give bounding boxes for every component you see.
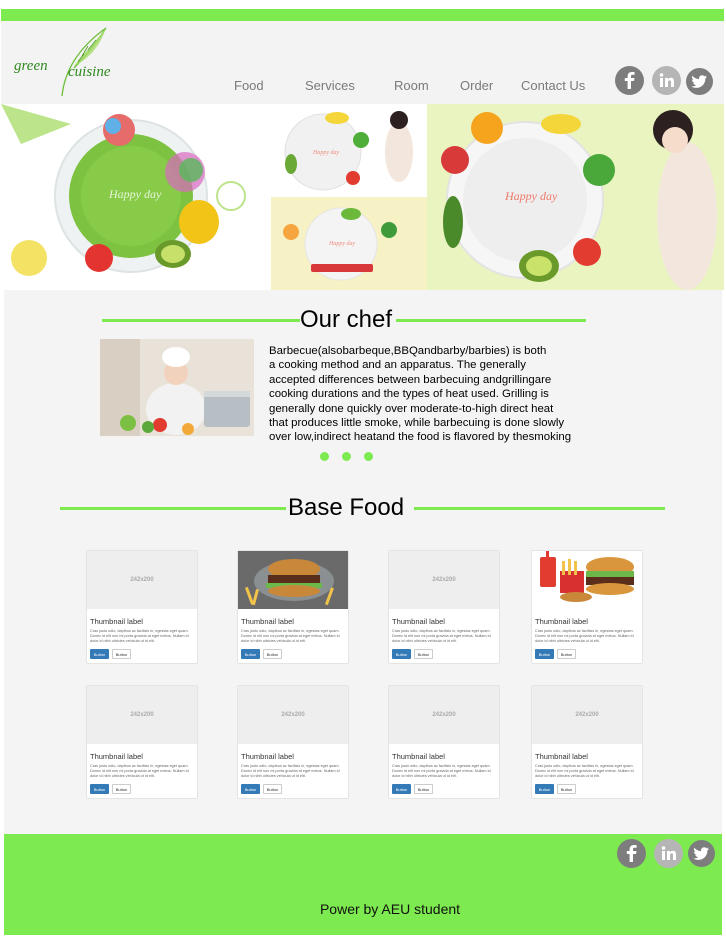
- thumbnail-description: Cras justo odio, dapibus ac facilisis in…: [241, 764, 340, 778]
- chef-text-line: a cooking method and an apparatus. The g…: [269, 359, 526, 372]
- default-button[interactable]: Button: [112, 784, 131, 794]
- primary-button[interactable]: Button: [535, 784, 554, 794]
- chef-section-title: Our chef: [300, 306, 393, 333]
- thumbnail-placeholder: 242x200: [87, 551, 197, 609]
- banner-text-2: Happy day: [312, 150, 339, 156]
- thumbnail-description: Cras justo odio, dapibus ac facilisis in…: [535, 764, 634, 778]
- thumbnail-placeholder: 242x200: [238, 686, 348, 744]
- chef-text-line: Barbecue(alsobarbeque,BBQandbarby/barbie…: [269, 345, 547, 357]
- food-card-2: Thumbnail label Cras justo odio, dapibus…: [237, 550, 349, 664]
- chef-description: Barbecue(alsobarbeque,BBQandbarby/barbie…: [269, 344, 599, 445]
- default-button[interactable]: Button: [112, 649, 131, 659]
- footer: [4, 834, 722, 935]
- hero-banner: Happy day Happy day Happy day Happy day: [1, 104, 724, 290]
- thumbnail-placeholder: 242x200: [87, 686, 197, 744]
- food-card-7: 242x200 Thumbnail label Cras justo odio,…: [388, 685, 500, 799]
- default-button[interactable]: Button: [414, 784, 433, 794]
- banner-image: Happy day Happy day Happy day Happy day: [1, 104, 724, 290]
- food-card-5: 242x200 Thumbnail label Cras justo odio,…: [86, 685, 198, 799]
- facebook-icon[interactable]: [615, 66, 644, 95]
- nav-services[interactable]: Services: [305, 78, 355, 93]
- primary-button[interactable]: Button: [535, 649, 554, 659]
- thumbnail-description: Cras justo odio, dapibus ac facilisis in…: [90, 629, 189, 643]
- base-food-section-title: Base Food: [288, 494, 405, 521]
- chef-text-line: cooking durations and the types of heat …: [269, 388, 549, 401]
- thumbnail-label: Thumbnail label: [90, 752, 143, 761]
- thumbnail-placeholder: 242x200: [532, 686, 642, 744]
- thumbnail-placeholder: 242x200: [389, 551, 499, 609]
- food-card-3: 242x200 Thumbnail label Cras justo odio,…: [388, 550, 500, 664]
- carousel-dot-1[interactable]: [320, 452, 329, 461]
- chef-text-line: over low,indirect heatand the food is fl…: [269, 431, 572, 444]
- primary-button[interactable]: Button: [241, 649, 260, 659]
- default-button[interactable]: Button: [263, 784, 282, 794]
- carousel-dot-2[interactable]: [342, 452, 351, 461]
- thumbnail-label: Thumbnail label: [535, 752, 588, 761]
- nav-food[interactable]: Food: [234, 78, 264, 93]
- thumbnail-description: Cras justo odio, dapibus ac facilisis in…: [392, 764, 491, 778]
- banner-text-4: Happy day: [504, 189, 558, 203]
- nav-contact-us[interactable]: Contact Us: [521, 78, 585, 93]
- base-food-title-line-right: [414, 507, 665, 510]
- default-button[interactable]: Button: [557, 649, 576, 659]
- chef-text-line: that produces little smoke, while barbec…: [269, 417, 565, 430]
- footer-twitter-icon[interactable]: [688, 840, 715, 867]
- nav-room[interactable]: Room: [394, 78, 429, 93]
- food-card-1: 242x200 Thumbnail label Cras justo odio,…: [86, 550, 198, 664]
- primary-button[interactable]: Button: [90, 784, 109, 794]
- linkedin-icon[interactable]: [652, 66, 681, 95]
- chef-title-line-left: [102, 319, 300, 322]
- food-card-8: 242x200 Thumbnail label Cras justo odio,…: [531, 685, 643, 799]
- nav-order[interactable]: Order: [460, 78, 493, 93]
- thumbnail-label: Thumbnail label: [241, 752, 294, 761]
- thumbnail-placeholder: 242x200: [389, 686, 499, 744]
- carousel-dot-3[interactable]: [364, 452, 373, 461]
- primary-button[interactable]: Button: [392, 784, 411, 794]
- thumbnail-description: Cras justo odio, dapibus ac facilisis in…: [535, 629, 634, 643]
- chef-title-line-right: [396, 319, 586, 322]
- primary-button[interactable]: Button: [392, 649, 411, 659]
- chef-text-line: accepted differences between barbecuing …: [269, 373, 552, 386]
- top-accent-bar: [1, 9, 724, 21]
- fast-food-image: [532, 551, 642, 609]
- burger-image: [238, 551, 348, 609]
- thumbnail-label: Thumbnail label: [535, 617, 588, 626]
- twitter-icon[interactable]: [686, 68, 713, 95]
- thumbnail-label: Thumbnail label: [392, 752, 445, 761]
- thumbnail-label: Thumbnail label: [392, 617, 445, 626]
- default-button[interactable]: Button: [414, 649, 433, 659]
- base-food-title-line-left: [60, 507, 286, 510]
- banner-text-1: Happy day: [108, 187, 162, 201]
- thumbnail-description: Cras justo odio, dapibus ac facilisis in…: [241, 629, 340, 643]
- default-button[interactable]: Button: [557, 784, 576, 794]
- primary-button[interactable]: Button: [90, 649, 109, 659]
- banner-text-3: Happy day: [328, 241, 355, 247]
- thumbnail-description: Cras justo odio, dapibus ac facilisis in…: [392, 629, 491, 643]
- logo[interactable]: green cuisine: [12, 26, 124, 98]
- footer-credit: Power by AEU student: [319, 901, 461, 917]
- food-card-4: Thumbnail label Cras justo odio, dapibus…: [531, 550, 643, 664]
- primary-button[interactable]: Button: [241, 784, 260, 794]
- thumbnail-label: Thumbnail label: [90, 617, 143, 626]
- default-button[interactable]: Button: [263, 649, 282, 659]
- logo-text-green: green: [14, 58, 48, 74]
- thumbnail-description: Cras justo odio, dapibus ac facilisis in…: [90, 764, 189, 778]
- chef-text-line: generally done quickly over moderate-to-…: [269, 402, 554, 415]
- footer-facebook-icon[interactable]: [617, 839, 646, 868]
- chef-photo: [100, 339, 254, 436]
- logo-text-cuisine: cuisine: [68, 64, 111, 80]
- thumbnail-label: Thumbnail label: [241, 617, 294, 626]
- footer-linkedin-icon[interactable]: [654, 839, 683, 868]
- food-card-6: 242x200 Thumbnail label Cras justo odio,…: [237, 685, 349, 799]
